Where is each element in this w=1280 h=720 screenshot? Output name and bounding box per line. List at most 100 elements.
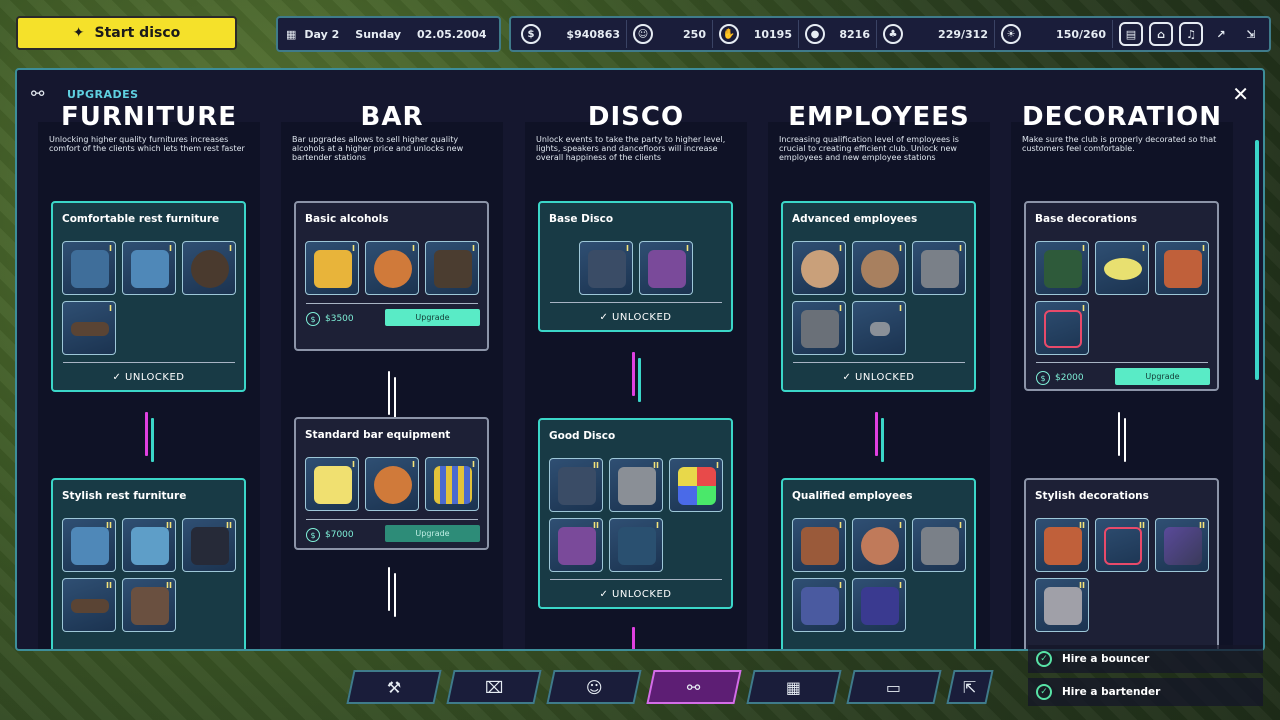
- item-cocktail[interactable]: I: [305, 457, 359, 511]
- furniture-button[interactable]: ⌧: [446, 670, 542, 704]
- item-square-table[interactable]: II: [122, 578, 176, 632]
- item-painting[interactable]: I: [1155, 241, 1209, 295]
- column-heading: FURNITURE: [61, 102, 237, 132]
- item-wine[interactable]: I: [365, 241, 419, 295]
- item-cabinet[interactable]: I: [792, 301, 846, 355]
- item-long-table[interactable]: I: [62, 301, 116, 355]
- item-neon-flamingo[interactable]: II: [1095, 518, 1149, 572]
- item-level: II: [106, 581, 112, 590]
- dollar-icon: $: [306, 528, 320, 542]
- price-value: $3500: [325, 314, 354, 324]
- card-title: Base Disco: [549, 213, 614, 225]
- item-employee-manager[interactable]: I: [852, 518, 906, 572]
- card-qualified-employees[interactable]: Qualified employees I I I I I: [781, 478, 976, 649]
- build-tool-button[interactable]: ⚒: [346, 670, 442, 704]
- task-hire-bouncer: ✓ Hire a bouncer: [1028, 645, 1263, 673]
- bar-station-icon: [434, 250, 472, 288]
- card-good-disco[interactable]: Good Disco II II I II I ✓ UNLOCKED: [538, 418, 733, 609]
- music-icon[interactable]: ♫: [1179, 22, 1203, 46]
- item-level: I: [686, 244, 689, 253]
- item-chair[interactable]: II: [62, 518, 116, 572]
- item-employee-security[interactable]: I: [852, 241, 906, 295]
- item-light-rays[interactable]: II: [1155, 518, 1209, 572]
- upgrade-button[interactable]: Upgrade: [385, 309, 480, 326]
- dollar-icon: $: [306, 312, 320, 326]
- item-round-table[interactable]: I: [182, 241, 236, 295]
- monitor-button[interactable]: ▭: [846, 670, 942, 704]
- item-rug[interactable]: I: [1095, 241, 1149, 295]
- item-camera[interactable]: I: [852, 301, 906, 355]
- item-table[interactable]: II: [62, 578, 116, 632]
- card-stylish-rest-furniture[interactable]: Stylish rest furniture II II II II II: [51, 478, 246, 649]
- item-speaker[interactable]: II: [609, 458, 663, 512]
- stats-bar: $ $940863 ☺ 250 ✋ 10195 ● 8216 ♣ 229/312 ☀ 150…: [509, 16, 1271, 52]
- card-stylish-decorations[interactable]: Stylish decorations II II II II: [1024, 478, 1219, 649]
- item-dancer[interactable]: I: [852, 578, 906, 632]
- exit-icon[interactable]: ⇲: [1239, 22, 1263, 46]
- item-dance-event[interactable]: I: [639, 241, 693, 295]
- card-comfortable-rest-furniture[interactable]: Comfortable rest furniture I I I I ✓ UNL…: [51, 201, 246, 392]
- card-base-disco[interactable]: Base Disco I I ✓ UNLOCKED: [538, 201, 733, 332]
- item-arcade[interactable]: I: [609, 518, 663, 572]
- item-station[interactable]: I: [912, 518, 966, 572]
- stat-hand: ✋ 10195: [713, 20, 799, 48]
- item-sofa[interactable]: II: [122, 518, 176, 572]
- card-title: Standard bar equipment: [305, 429, 451, 441]
- stat-people-value: 250: [683, 27, 706, 41]
- upgrade-button[interactable]: Upgrade: [1115, 368, 1210, 385]
- item-plant[interactable]: I: [1035, 241, 1089, 295]
- upgrades-button[interactable]: ⚯: [646, 670, 742, 704]
- task-label: Hire a bouncer: [1062, 653, 1150, 665]
- people-icon: ☺: [585, 677, 603, 697]
- item-painting[interactable]: II: [1035, 518, 1089, 572]
- cocktail-icon: [314, 466, 352, 504]
- upgrade-button[interactable]: Upgrade: [385, 525, 480, 542]
- item-shelf[interactable]: I: [425, 457, 479, 511]
- item-jukebox[interactable]: II: [1035, 578, 1089, 632]
- item-dj-station[interactable]: I: [579, 241, 633, 295]
- connector: [151, 418, 154, 462]
- stat-light-value: 150/260: [1056, 27, 1106, 41]
- card-divider: [306, 519, 478, 520]
- item-station[interactable]: I: [912, 241, 966, 295]
- card-title: Stylish rest furniture: [62, 490, 187, 502]
- storage-icon: [801, 587, 839, 625]
- item-beer[interactable]: I: [305, 241, 359, 295]
- item-storage[interactable]: I: [792, 578, 846, 632]
- item-employee-cleaner[interactable]: I: [792, 241, 846, 295]
- table-icon: [191, 250, 229, 288]
- employees-button[interactable]: ☺: [546, 670, 642, 704]
- calendar-icon: ▦: [786, 677, 802, 697]
- start-disco-button[interactable]: ✦ Start disco: [16, 16, 237, 50]
- item-dj-station[interactable]: II: [549, 458, 603, 512]
- item-dancefloor[interactable]: I: [669, 458, 723, 512]
- connector: [388, 567, 390, 611]
- flamingo-icon: [1044, 310, 1082, 348]
- export-button[interactable]: ⇱: [946, 670, 994, 704]
- item-level: I: [1142, 244, 1145, 253]
- card-base-decorations[interactable]: Base decorations I I I I $ $2000 Upgrade: [1024, 201, 1219, 391]
- chart-icon[interactable]: ↗: [1209, 22, 1233, 46]
- item-level: I: [472, 244, 475, 253]
- clipboard-icon[interactable]: ▤: [1119, 22, 1143, 46]
- item-bar-station[interactable]: I: [425, 241, 479, 295]
- column-employees: EMPLOYEES Increasing qualification level…: [768, 102, 990, 649]
- item-armchair[interactable]: I: [122, 241, 176, 295]
- item-dark-chair[interactable]: II: [182, 518, 236, 572]
- item-chair[interactable]: I: [62, 241, 116, 295]
- item-bar-employee[interactable]: I: [792, 518, 846, 572]
- item-dance-event[interactable]: II: [549, 518, 603, 572]
- card-basic-alcohols[interactable]: Basic alcohols I I I $ $3500 Upgrade: [294, 201, 489, 351]
- scrollbar[interactable]: [1255, 140, 1259, 380]
- item-neon-flamingo[interactable]: I: [1035, 301, 1089, 355]
- item-wine[interactable]: I: [365, 457, 419, 511]
- card-advanced-employees[interactable]: Advanced employees I I I I I ✓ UNLOCKED: [781, 201, 976, 392]
- card-standard-bar-equipment[interactable]: Standard bar equipment I I I $ $7000 Upgr…: [294, 417, 489, 550]
- building-icon[interactable]: ⌂: [1149, 22, 1173, 46]
- event-icon: [648, 250, 686, 288]
- unlocked-label: ✓ UNLOCKED: [540, 589, 731, 600]
- close-icon[interactable]: ✕: [1232, 82, 1249, 106]
- item-level: I: [472, 460, 475, 469]
- employee-icon: [861, 527, 899, 565]
- calendar-button[interactable]: ▦: [746, 670, 842, 704]
